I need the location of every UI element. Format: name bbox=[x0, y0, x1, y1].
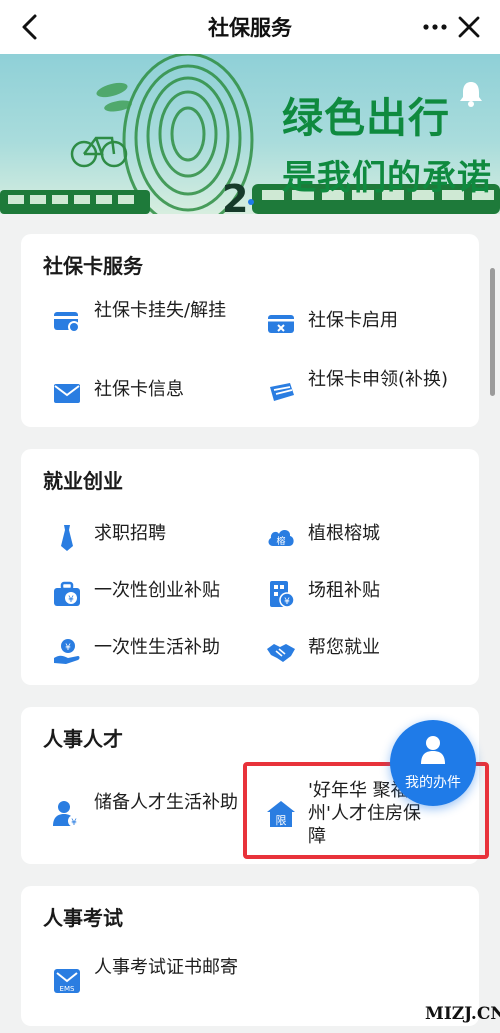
svg-text:¥: ¥ bbox=[284, 597, 290, 607]
person-yuan-icon: ¥ bbox=[53, 801, 80, 828]
banner-subline: 是我们的承诺 bbox=[282, 158, 492, 198]
job-recruitment-item[interactable]: 求职招聘 bbox=[52, 522, 262, 552]
more-options-icon[interactable] bbox=[418, 10, 452, 44]
rent-subsidy-item[interactable]: ¥ 场租补贴 bbox=[266, 579, 476, 609]
item-label: 储备人才生活补助 bbox=[94, 792, 238, 813]
item-label: 场租补贴 bbox=[308, 580, 380, 601]
exam-certificate-mail-item[interactable]: EMS 人事考试证书邮寄 bbox=[52, 956, 262, 1006]
briefcase-yuan-icon: ¥ bbox=[54, 581, 80, 606]
watermark: MIZJ.CN bbox=[425, 1004, 500, 1024]
reserve-talent-subsidy-item[interactable]: ¥ 储备人才生活补助 bbox=[52, 791, 262, 841]
close-icon[interactable] bbox=[452, 10, 486, 44]
hand-yuan-icon: ¥ bbox=[54, 639, 80, 664]
promo-banner[interactable]: 2 绿色出行 是我们的承诺 bbox=[0, 54, 500, 214]
section-title: 人事考试 bbox=[43, 906, 123, 930]
card-apply-item[interactable]: 社保卡申领(补换) bbox=[266, 368, 476, 418]
svg-text:¥: ¥ bbox=[71, 818, 77, 828]
user-icon bbox=[421, 736, 445, 764]
cloud-banyan-icon: 榕 bbox=[268, 530, 294, 547]
item-label: 求职招聘 bbox=[94, 523, 166, 544]
card-lock-icon bbox=[54, 312, 80, 333]
banner-headline: 绿色出行 bbox=[282, 94, 450, 142]
item-label: 社保卡信息 bbox=[94, 379, 184, 400]
card-loss-report-item[interactable]: 社保卡挂失/解挂 bbox=[52, 299, 262, 349]
card-info-item[interactable]: 社保卡信息 bbox=[52, 378, 262, 408]
item-label: 帮您就业 bbox=[308, 637, 380, 658]
item-label: 社保卡申领(补换) bbox=[308, 369, 449, 390]
social-security-card-section: 社保卡服务 社保卡挂失/解挂 社保卡启用 社保卡信息 社保卡申领(补换) bbox=[21, 234, 479, 427]
card-apply-icon bbox=[270, 383, 294, 401]
personnel-exam-section: 人事考试 EMS 人事考试证书邮寄 bbox=[21, 886, 479, 1026]
section-title: 人事人才 bbox=[43, 727, 123, 751]
my-applications-button[interactable]: 我的办件 bbox=[390, 720, 476, 806]
top-navigation-bar: 社保服务 bbox=[0, 0, 500, 54]
bell-icon[interactable] bbox=[456, 78, 486, 108]
tie-icon bbox=[61, 525, 73, 551]
item-label: 社保卡挂失/解挂 bbox=[94, 300, 227, 321]
card-activate-icon bbox=[268, 315, 294, 333]
startup-subsidy-item[interactable]: ¥ 一次性创业补贴 bbox=[52, 579, 262, 609]
living-subsidy-item[interactable]: ¥ 一次性生活补助 bbox=[52, 636, 262, 666]
item-label: 人事考试证书邮寄 bbox=[94, 957, 238, 978]
svg-text:榕: 榕 bbox=[276, 535, 285, 547]
item-label: 植根榕城 bbox=[308, 523, 380, 544]
item-label: 一次性生活补助 bbox=[94, 637, 220, 658]
employment-section: 就业创业 求职招聘 榕 植根榕城 ¥ 一次性创业补贴 ¥ 场租补贴 ¥ 一次性生… bbox=[21, 449, 479, 685]
banner-page-number: 2 bbox=[222, 177, 248, 214]
card-activate-item[interactable]: 社保卡启用 bbox=[266, 309, 476, 339]
rooted-in-rongcheng-item[interactable]: 榕 植根榕城 bbox=[266, 522, 476, 552]
svg-text:¥: ¥ bbox=[65, 643, 71, 653]
section-title: 就业创业 bbox=[43, 469, 123, 493]
svg-text:EMS: EMS bbox=[60, 985, 75, 993]
ems-mail-icon: EMS bbox=[54, 969, 80, 993]
scrollbar[interactable] bbox=[490, 268, 495, 396]
section-title: 社保卡服务 bbox=[43, 254, 143, 278]
floating-button-label: 我的办件 bbox=[405, 775, 461, 791]
envelope-icon bbox=[54, 384, 80, 403]
item-label: 社保卡启用 bbox=[308, 310, 398, 331]
svg-text:¥: ¥ bbox=[68, 595, 74, 605]
employment-help-item[interactable]: 帮您就业 bbox=[266, 636, 476, 666]
item-label: 一次性创业补贴 bbox=[94, 580, 220, 601]
building-yuan-icon: ¥ bbox=[270, 581, 295, 608]
handshake-icon bbox=[267, 644, 295, 662]
